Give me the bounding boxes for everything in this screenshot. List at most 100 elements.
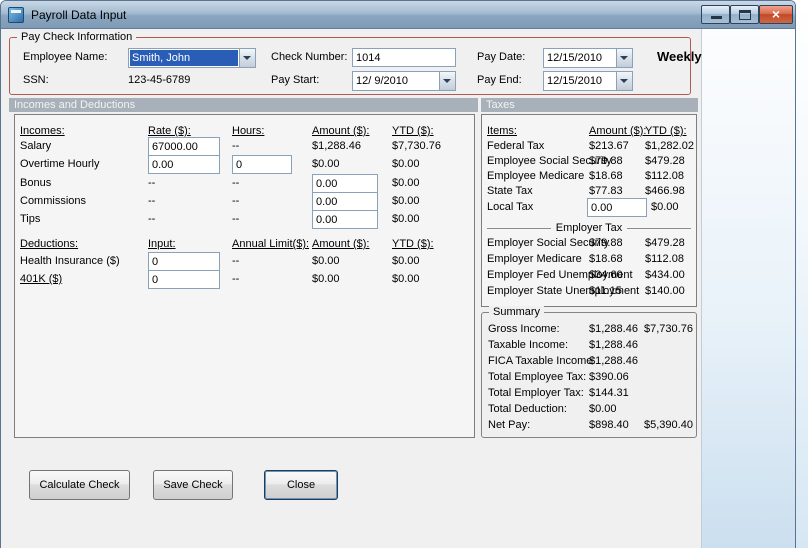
maximize-icon — [739, 10, 751, 20]
employer-tax-label: Employer Tax — [555, 222, 623, 234]
employer-fed-unemployment-amount: $34.60 — [589, 269, 623, 281]
employer-fed-unemployment-ytd: $434.00 — [645, 269, 685, 281]
pay-end-picker[interactable]: 12/15/2010 — [543, 71, 633, 91]
federal-tax-ytd: $1,282.02 — [645, 140, 694, 152]
separator-line-right — [627, 227, 691, 229]
app-icon[interactable] — [8, 7, 24, 23]
titlebar[interactable]: Payroll Data Input × — [1, 1, 795, 29]
retirement-401k-limit-value: -- — [232, 273, 240, 285]
deduction-ytd-col-header: YTD ($): — [392, 238, 434, 250]
chevron-down-icon — [620, 79, 628, 83]
summary-group-label: Summary — [489, 306, 545, 319]
commissions-amount-input[interactable] — [312, 192, 378, 211]
net-pay-amount: $898.40 — [589, 419, 629, 431]
employer-state-unemployment-amount: $11.15 — [589, 285, 622, 297]
save-check-button[interactable]: Save Check — [153, 470, 233, 500]
employer-medicare-label: Employer Medicare — [487, 253, 582, 265]
commissions-ytd-value: $0.00 — [392, 195, 420, 207]
chevron-down-icon — [620, 56, 628, 60]
close-icon: × — [771, 6, 781, 22]
retirement-401k-amount-value: $0.00 — [312, 273, 340, 285]
check-number-input[interactable] — [352, 48, 456, 67]
gross-income-label: Gross Income: — [488, 323, 560, 335]
state-tax-ytd: $466.98 — [645, 185, 685, 197]
local-tax-ytd: $0.00 — [651, 201, 679, 213]
health-insurance-limit-value: -- — [232, 255, 240, 267]
pay-end-value: 12/15/2010 — [547, 75, 603, 87]
salary-row-label: Salary — [20, 140, 52, 152]
overtime-ytd-value: $0.00 — [392, 158, 420, 170]
chevron-down-icon — [443, 79, 451, 83]
pay-date-dropdown-button[interactable] — [616, 49, 632, 67]
salary-hours-value: -- — [232, 140, 240, 152]
total-deduction-amount: $0.00 — [589, 403, 617, 415]
bonus-hours-value: -- — [232, 177, 240, 189]
tips-rate-value: -- — [148, 213, 156, 225]
salary-rate-input[interactable] — [148, 137, 220, 156]
tax-amount-col-header: Amount ($): — [589, 125, 647, 137]
minimize-icon — [711, 16, 722, 19]
bonus-ytd-value: $0.00 — [392, 177, 420, 189]
total-deduction-label: Total Deduction: — [488, 403, 567, 415]
employer-ss-ytd: $479.28 — [645, 237, 685, 249]
pay-end-label: Pay End: — [477, 74, 522, 86]
bonus-rate-value: -- — [148, 177, 156, 189]
close-window-button[interactable]: × — [759, 5, 793, 24]
calculate-check-button[interactable]: Calculate Check — [29, 470, 130, 500]
hours-col-header: Hours: — [232, 125, 265, 137]
separator-line-left — [487, 227, 551, 229]
taxable-income-label: Taxable Income: — [488, 339, 569, 351]
gross-income-ytd: $7,730.76 — [644, 323, 693, 335]
local-tax-label: Local Tax — [487, 201, 534, 213]
salary-amount-value: $1,288.46 — [312, 140, 361, 152]
employee-medicare-amount: $18.68 — [589, 170, 623, 182]
annual-limit-col-header: Annual Limit($): — [232, 238, 310, 250]
employee-medicare-label: Employee Medicare — [487, 170, 585, 182]
overtime-rate-input[interactable] — [148, 155, 220, 174]
retirement-401k-input[interactable] — [148, 270, 220, 289]
overtime-hours-input[interactable] — [232, 155, 292, 174]
employer-ss-amount: $79.88 — [589, 237, 623, 249]
commissions-rate-value: -- — [148, 195, 156, 207]
ssn-value: 123-45-6789 — [128, 74, 191, 86]
maximize-button[interactable] — [730, 5, 759, 24]
health-insurance-input[interactable] — [148, 252, 220, 271]
bonus-amount-input[interactable] — [312, 174, 378, 193]
minimize-button[interactable] — [701, 5, 730, 24]
pay-start-picker[interactable]: 12/ 9/2010 — [352, 71, 456, 91]
federal-tax-label: Federal Tax — [487, 140, 545, 152]
ssn-label: SSN: — [23, 74, 49, 86]
payroll-window: Payroll Data Input × Pay Check Informati… — [0, 0, 796, 548]
bonus-row-label: Bonus — [20, 177, 52, 189]
pay-end-dropdown-button[interactable] — [616, 72, 632, 90]
salary-ytd-value: $7,730.76 — [392, 140, 441, 152]
deduction-amount-col-header: Amount ($): — [312, 238, 370, 250]
gross-income-amount: $1,288.46 — [589, 323, 638, 335]
employee-name-dropdown-button[interactable] — [239, 49, 255, 67]
deductions-col-header: Deductions: — [20, 238, 79, 250]
ytd-col-header: YTD ($): — [392, 125, 434, 137]
net-pay-ytd: $5,390.40 — [644, 419, 693, 431]
local-tax-input[interactable] — [587, 198, 647, 217]
tips-hours-value: -- — [232, 213, 240, 225]
overtime-row-label: Overtime Hourly — [20, 158, 100, 170]
tips-ytd-value: $0.00 — [392, 213, 420, 225]
fica-taxable-income-amount: $1,288.46 — [589, 355, 638, 367]
tax-items-col-header: Items: — [487, 125, 517, 137]
close-button[interactable]: Close — [264, 470, 338, 500]
employee-name-label: Employee Name: — [23, 51, 108, 63]
health-insurance-ytd-value: $0.00 — [392, 255, 420, 267]
tips-amount-input[interactable] — [312, 210, 378, 229]
retirement-401k-ytd-value: $0.00 — [392, 273, 420, 285]
state-tax-amount: $77.83 — [589, 185, 623, 197]
pay-start-dropdown-button[interactable] — [439, 72, 455, 90]
commissions-hours-value: -- — [232, 195, 240, 207]
pay-date-label: Pay Date: — [477, 51, 526, 63]
retirement-401k-row-label: 401K ($) — [20, 273, 63, 285]
chevron-down-icon — [243, 56, 251, 60]
paycheck-group-label: Pay Check Information — [17, 31, 137, 44]
federal-tax-amount: $213.67 — [589, 140, 629, 152]
pay-date-picker[interactable]: 12/15/2010 — [543, 48, 633, 68]
employee-name-combobox[interactable]: Smith, John — [128, 48, 256, 68]
health-insurance-row-label: Health Insurance ($) — [20, 255, 120, 267]
